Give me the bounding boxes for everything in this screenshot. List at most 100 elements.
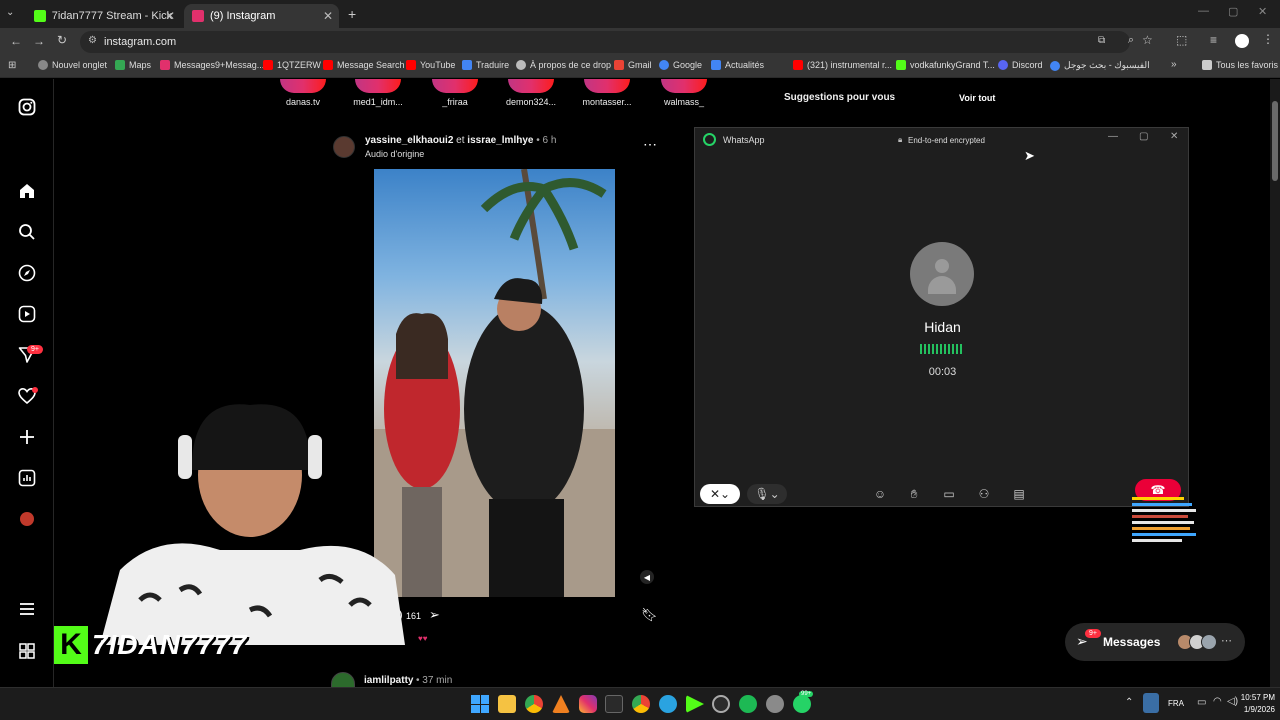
page-scrollbar[interactable]: [1270, 79, 1280, 687]
clock-date[interactable]: 1/9/2026: [1233, 705, 1275, 714]
story-item[interactable]: walmass_: [649, 79, 719, 107]
maximize-window-icon[interactable]: ▢: [1139, 131, 1148, 142]
bookmark-item[interactable]: (321) instrumental r...: [793, 60, 892, 70]
tray-microphone-icon[interactable]: [1143, 693, 1159, 713]
back-icon[interactable]: ←: [10, 34, 22, 48]
vlc-icon[interactable]: [552, 695, 570, 713]
home-icon[interactable]: [16, 180, 38, 202]
dashboard-icon[interactable]: [16, 467, 38, 489]
bookmark-item[interactable]: Google: [659, 60, 702, 70]
tab-search-icon[interactable]: ⌄: [6, 7, 14, 18]
next-post-author[interactable]: iamlilpatty: [364, 675, 413, 686]
forward-icon[interactable]: →: [33, 34, 45, 48]
bookmark-item[interactable]: À propos de ce drop: [516, 60, 611, 70]
instagram-logo-icon[interactable]: [16, 96, 38, 118]
post-audio-link[interactable]: Audio d'origine: [365, 149, 424, 159]
site-info-icon[interactable]: ⚙: [88, 35, 97, 46]
maximize-window-icon[interactable]: ▢: [1228, 5, 1238, 18]
telegram-icon[interactable]: [659, 695, 677, 713]
language-indicator[interactable]: FRA: [1168, 699, 1184, 708]
chrome-window-icon[interactable]: [632, 695, 650, 713]
clock-time[interactable]: 10:57 PM: [1233, 693, 1275, 702]
create-plus-icon[interactable]: [16, 426, 38, 448]
save-bookmark-icon[interactable]: 🔖︎: [641, 607, 658, 623]
play-app-icon[interactable]: [686, 695, 704, 713]
extensions-icon[interactable]: ⬚: [1176, 33, 1187, 47]
close-tab-icon[interactable]: ✕: [323, 9, 333, 23]
post-options-icon[interactable]: ⋯: [643, 136, 657, 153]
bookmark-item[interactable]: YouTube: [406, 60, 455, 70]
mute-toggle-icon[interactable]: ◀: [640, 570, 654, 584]
bookmark-item[interactable]: Actualités: [711, 60, 764, 70]
settings-gear-icon[interactable]: [766, 695, 784, 713]
bookmark-item[interactable]: الفيسبوك - بحث جوجل: [1050, 60, 1150, 71]
obs-icon[interactable]: [712, 695, 730, 713]
reels-icon[interactable]: [16, 303, 38, 325]
whatsapp-title-bar[interactable]: WhatsApp 🔒︎ End-to-end encrypted — ▢ ✕: [695, 128, 1190, 152]
reading-list-icon[interactable]: ≡: [1210, 33, 1217, 47]
menu-icon[interactable]: ⋮: [1262, 32, 1274, 46]
story-item[interactable]: med1_idm...: [343, 79, 413, 107]
close-window-icon[interactable]: ✕: [1258, 5, 1267, 18]
bookmark-item[interactable]: vodkafunkyGrand T...: [896, 60, 995, 70]
story-item[interactable]: danas.tv: [268, 79, 338, 107]
whatsapp-taskbar-icon[interactable]: [793, 695, 811, 713]
all-bookmarks-folder[interactable]: Tous les favoris: [1202, 60, 1278, 70]
bookmark-item[interactable]: Messages9+Messag...: [160, 60, 264, 70]
more-bookmarks-icon[interactable]: »: [1171, 59, 1177, 70]
search-icon[interactable]: [16, 221, 38, 243]
new-tab-button[interactable]: +: [348, 6, 356, 22]
explore-compass-icon[interactable]: [16, 262, 38, 284]
minimize-window-icon[interactable]: —: [1108, 131, 1118, 142]
reel-video-content[interactable]: [374, 169, 615, 597]
scrollbar-thumb[interactable]: [1272, 101, 1278, 181]
tab-instagram[interactable]: (9) Instagram ✕: [184, 4, 339, 28]
start-button[interactable]: [471, 695, 489, 713]
story-item[interactable]: montasser...: [572, 79, 642, 107]
capcut-icon[interactable]: [605, 695, 623, 713]
bookmark-item[interactable]: Message Search: [323, 60, 405, 70]
zoom-icon[interactable]: ⌕: [1128, 34, 1134, 47]
post-author-link[interactable]: yassine_elkhaoui2: [365, 135, 453, 146]
post-author-avatar[interactable]: [333, 136, 355, 158]
bookmark-item[interactable]: Discord: [998, 60, 1043, 70]
reload-icon[interactable]: ↻: [57, 33, 67, 47]
profile-avatar[interactable]: [1235, 34, 1249, 48]
wifi-icon[interactable]: ◠: [1213, 696, 1222, 707]
next-post-avatar[interactable]: [331, 672, 355, 687]
microphone-button[interactable]: 🎙︎⌄: [747, 484, 787, 504]
file-explorer-icon[interactable]: [498, 695, 516, 713]
meta-apps-icon[interactable]: [16, 640, 38, 662]
screen-share-icon[interactable]: ▭: [937, 484, 961, 504]
close-window-icon[interactable]: ✕: [1170, 131, 1178, 142]
share-icon[interactable]: ➢: [429, 607, 440, 623]
chrome-icon[interactable]: [525, 695, 543, 713]
display-icon[interactable]: ▭: [1197, 697, 1206, 708]
story-item[interactable]: _friraa: [420, 79, 490, 107]
post-coauthor-link[interactable]: issrae_lmlhye: [467, 135, 533, 146]
bookmark-item[interactable]: Gmail: [614, 60, 652, 70]
apps-grid-icon[interactable]: ⊞: [8, 60, 16, 71]
see-all-link[interactable]: Voir tout: [959, 93, 995, 103]
more-menu-icon[interactable]: [16, 598, 38, 620]
tab-kick-dashboard[interactable]: 7idan7777 Stream - Kick Dashb ✕: [26, 4, 181, 28]
raise-hand-icon[interactable]: ✋︎: [902, 484, 926, 504]
install-app-icon[interactable]: ⧉: [1098, 35, 1105, 46]
bookmark-item[interactable]: 1QTZERW: [263, 60, 321, 70]
bookmark-item[interactable]: Nouvel onglet: [38, 60, 107, 70]
spotify-icon[interactable]: [739, 695, 757, 713]
bookmark-item[interactable]: Traduire: [462, 60, 509, 70]
close-tab-icon[interactable]: ✕: [165, 9, 175, 23]
bookmark-item[interactable]: Maps: [115, 60, 151, 70]
address-bar[interactable]: ⚙ instagram.com ⧉ ⌕: [80, 31, 1134, 53]
add-participant-icon[interactable]: ⚇: [972, 484, 996, 504]
call-info-icon[interactable]: ▤: [1007, 484, 1031, 504]
tray-chevron-icon[interactable]: ⌃: [1125, 697, 1133, 708]
camera-off-button[interactable]: ✕⌄: [700, 484, 740, 504]
messages-pill[interactable]: ➢ 9+ Messages ⋯: [1065, 623, 1245, 661]
story-item[interactable]: demon324...: [496, 79, 566, 107]
profile-avatar[interactable]: [16, 508, 38, 530]
bookmark-star-icon[interactable]: ☆: [1142, 33, 1153, 47]
emoji-reaction-icon[interactable]: ☺: [868, 484, 892, 504]
instagram-app-icon[interactable]: [579, 695, 597, 713]
